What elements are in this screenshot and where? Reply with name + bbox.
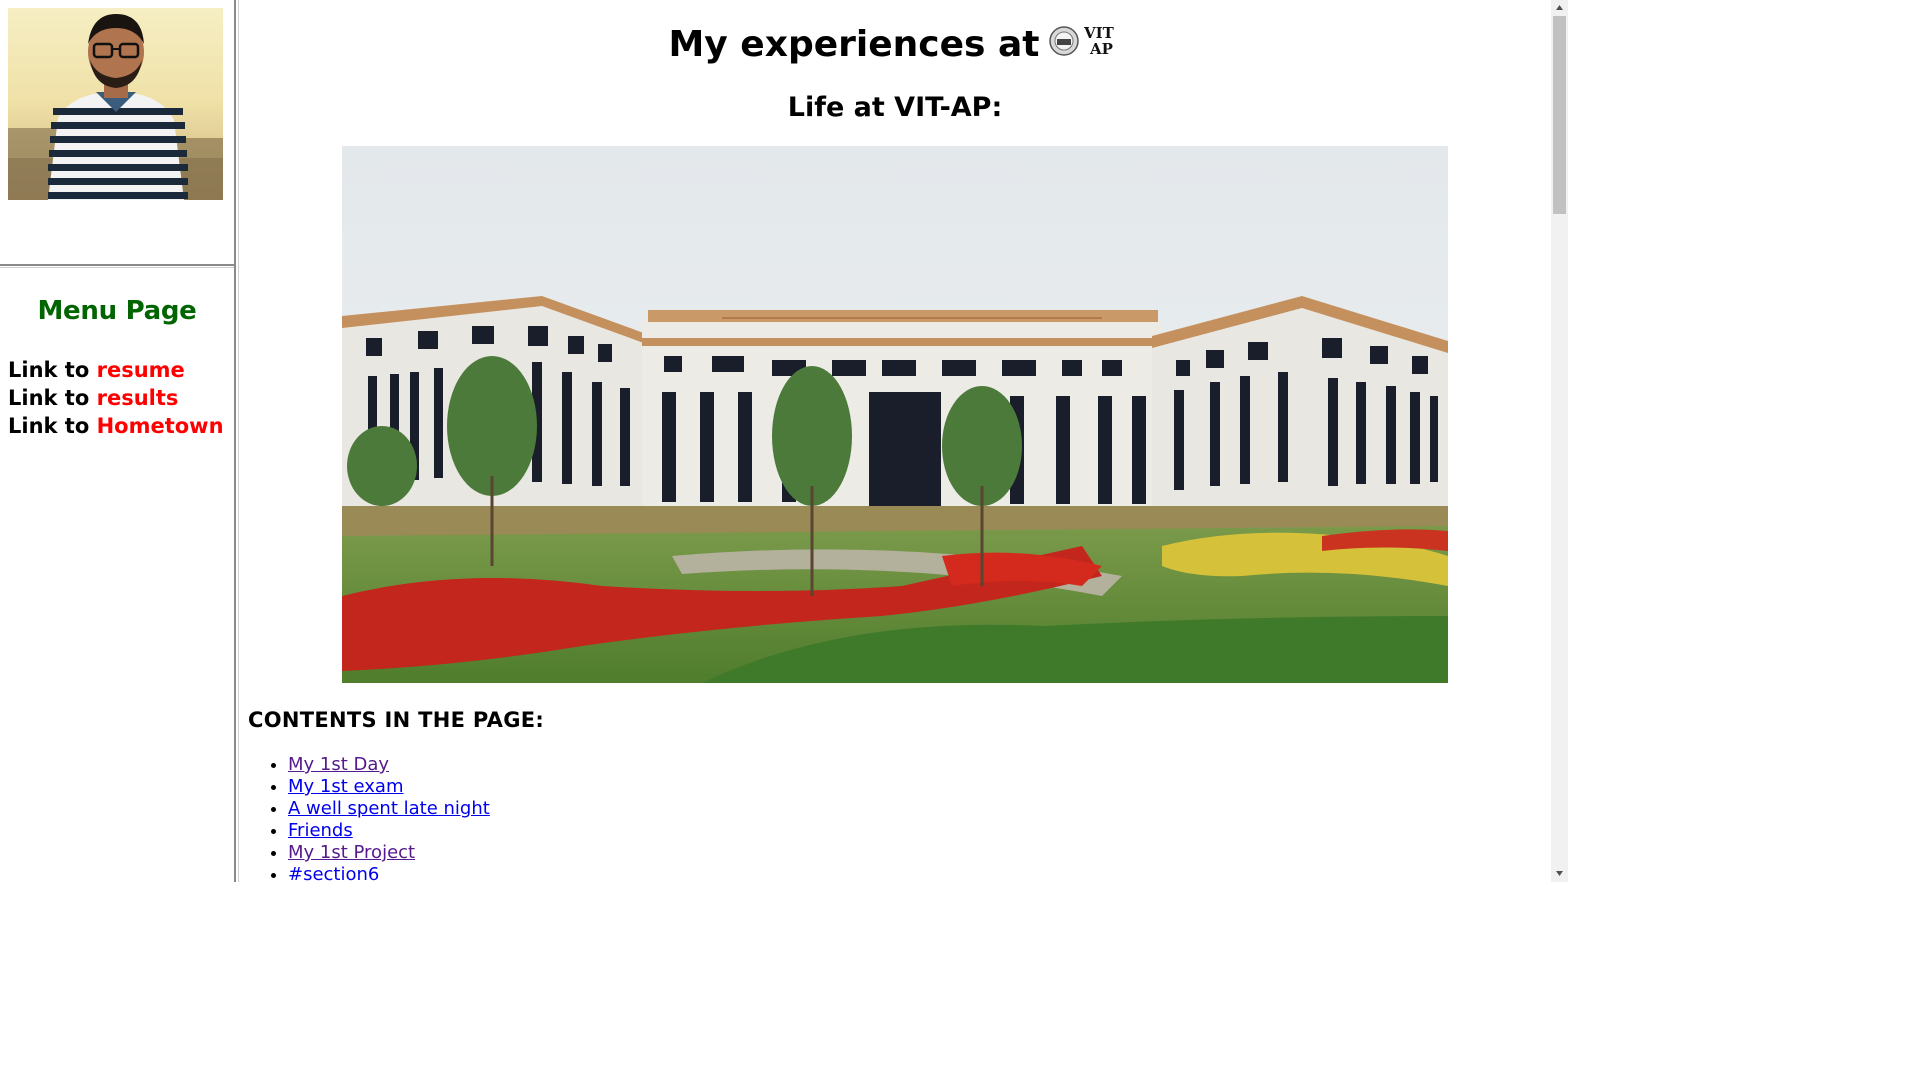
vertical-scrollbar[interactable] (1551, 0, 1568, 882)
contents-item: My 1st Day (288, 754, 490, 776)
campus-image (342, 146, 1448, 683)
page-title: My experiences at VIT AP (239, 24, 1551, 65)
results-link[interactable]: results (97, 386, 179, 410)
section-subtitle: Life at VIT-AP: (787, 92, 1003, 123)
contents-item: My 1st Project (288, 842, 490, 864)
contents-item: My 1st exam (288, 776, 490, 798)
contents-link-first-exam[interactable]: My 1st exam (288, 776, 404, 797)
menu-link-prefix: Link to (8, 414, 97, 438)
scroll-down-arrow-icon[interactable] (1551, 866, 1568, 882)
menu-link-hometown: Link to Hometown (8, 414, 224, 438)
contents-link-friends[interactable]: Friends (288, 820, 353, 841)
menu-link-resume: Link to resume (8, 358, 185, 382)
main-frame: My experiences at VIT AP Life at VIT-AP: (239, 0, 1551, 882)
logo-text-bottom: AP (1089, 40, 1113, 57)
contents-list: My 1st Day My 1st exam A well spent late… (248, 754, 490, 882)
menu-title: Menu Page (37, 296, 197, 326)
menu-link-results: Link to results (8, 386, 178, 410)
scroll-up-arrow-icon[interactable] (1551, 0, 1568, 14)
menu-frame: Menu Page Link to resume Link to results… (0, 268, 234, 882)
scrollbar-thumb[interactable] (1553, 16, 1566, 214)
contents-heading: CONTENTS IN THE PAGE: (248, 708, 545, 732)
page-title-text: My experiences at (668, 24, 1040, 65)
contents-item: Friends (288, 820, 490, 842)
menu-link-prefix: Link to (8, 386, 97, 410)
photo-frame (0, 0, 234, 264)
vitap-logo: VIT AP (1048, 23, 1122, 58)
contents-link-section6[interactable]: #section6 (288, 864, 379, 882)
resume-link[interactable]: resume (97, 358, 185, 382)
contents-item: A well spent late night (288, 798, 490, 820)
contents-link-first-project[interactable]: My 1st Project (288, 842, 415, 863)
hometown-link[interactable]: Hometown (97, 414, 224, 438)
profile-photo (8, 8, 223, 200)
contents-link-late-night[interactable]: A well spent late night (288, 798, 490, 819)
contents-item: #section6 (288, 864, 490, 882)
contents-link-first-day[interactable]: My 1st Day (288, 754, 389, 775)
menu-link-prefix: Link to (8, 358, 97, 382)
